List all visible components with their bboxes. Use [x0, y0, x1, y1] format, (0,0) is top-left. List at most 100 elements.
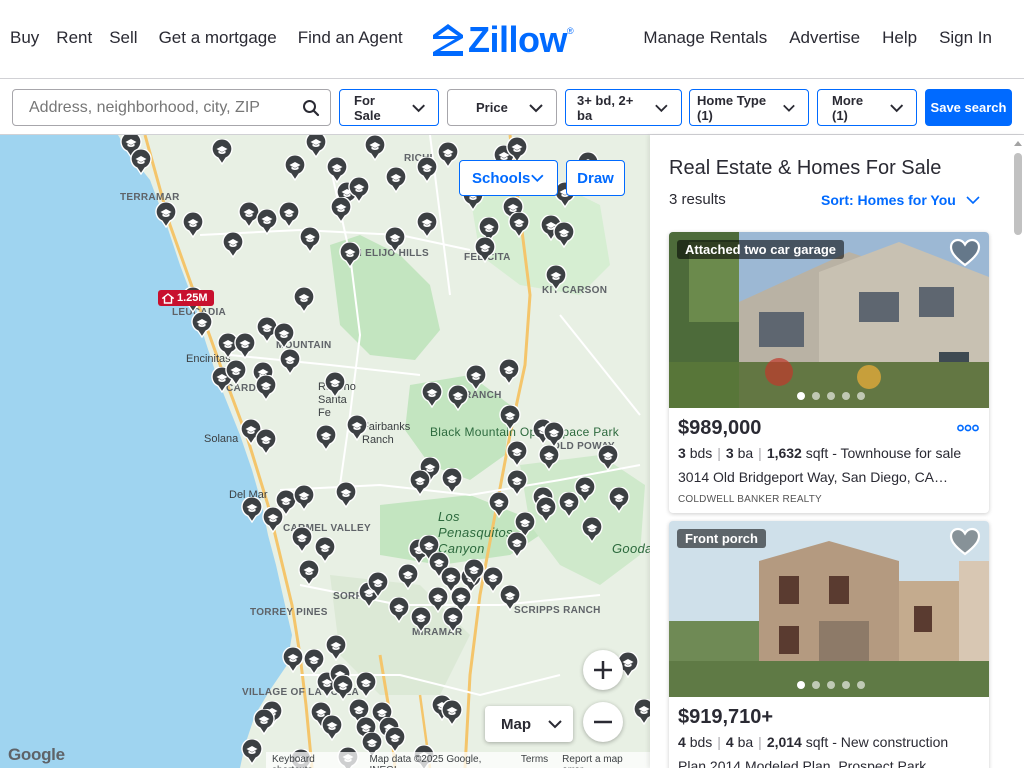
school-pin-icon[interactable]	[253, 708, 275, 736]
school-pin-icon[interactable]	[506, 469, 528, 497]
nav-rent[interactable]: Rent	[56, 28, 92, 48]
school-pin-icon[interactable]	[241, 738, 263, 766]
nav-sign-in[interactable]: Sign In	[939, 28, 992, 48]
school-pin-icon[interactable]	[506, 531, 528, 559]
school-pin-icon[interactable]	[275, 489, 297, 517]
school-pin-icon[interactable]	[385, 166, 407, 194]
zoom-out-button[interactable]	[583, 702, 623, 742]
school-pin-icon[interactable]	[543, 421, 565, 449]
zoom-in-button[interactable]	[583, 650, 623, 690]
school-pin-icon[interactable]	[416, 211, 438, 239]
school-pin-icon[interactable]	[538, 444, 560, 472]
school-pin-icon[interactable]	[574, 476, 596, 504]
school-pin-icon[interactable]	[284, 154, 306, 182]
school-pin-icon[interactable]	[447, 384, 469, 412]
school-pin-icon[interactable]	[282, 646, 304, 674]
school-pin-icon[interactable]	[335, 481, 357, 509]
school-pin-icon[interactable]	[474, 236, 496, 264]
nav-buy[interactable]: Buy	[10, 28, 39, 48]
school-pin-icon[interactable]	[325, 634, 347, 662]
school-pin-icon[interactable]	[441, 699, 463, 727]
school-pin-icon[interactable]	[191, 311, 213, 339]
school-pin-icon[interactable]	[234, 332, 256, 360]
school-pin-icon[interactable]	[367, 571, 389, 599]
draw-button[interactable]: Draw	[566, 160, 625, 196]
school-pin-icon[interactable]	[608, 486, 630, 514]
nav-help[interactable]: Help	[882, 28, 917, 48]
school-pin-icon[interactable]	[499, 404, 521, 432]
school-pin-icon[interactable]	[222, 231, 244, 259]
school-pin-icon[interactable]	[255, 374, 277, 402]
school-pin-icon[interactable]	[499, 584, 521, 612]
more-filter[interactable]: More (1)	[817, 89, 917, 126]
school-pin-icon[interactable]	[346, 414, 368, 442]
price-filter[interactable]: Price	[447, 89, 557, 126]
school-pin-icon[interactable]	[553, 221, 575, 249]
map[interactable]: TERRAMAR LEUCADIA Encinitas CARDIFF Sola…	[0, 135, 650, 768]
school-pin-icon[interactable]	[535, 496, 557, 524]
school-pin-icon[interactable]	[332, 674, 354, 702]
sort-dropdown[interactable]: Sort: Homes for You	[821, 192, 980, 208]
zillow-logo[interactable]: Zillow ®	[432, 22, 574, 58]
listing-card[interactable]: Attached two car garage $989,000 3 bds | 3…	[669, 232, 989, 513]
school-pin-icon[interactable]	[355, 671, 377, 699]
school-pin-icon[interactable]	[597, 444, 619, 472]
school-pin-icon[interactable]	[314, 536, 336, 564]
school-pin-icon[interactable]	[506, 136, 528, 164]
school-pin-icon[interactable]	[303, 648, 325, 676]
nav-find-an-agent[interactable]: Find an Agent	[298, 28, 403, 48]
heart-icon[interactable]	[949, 238, 981, 268]
listing-address[interactable]: Plan 2014 Modeled Plan, Prospect Park…	[678, 758, 940, 768]
listing-card[interactable]: Front porch $919,710+ 4 bds | 4 ba | 2,014 s…	[669, 521, 989, 768]
school-pin-icon[interactable]	[330, 196, 352, 224]
school-pin-icon[interactable]	[364, 135, 386, 162]
nav-sell[interactable]: Sell	[109, 28, 137, 48]
school-pin-icon[interactable]	[388, 596, 410, 624]
listing-photo[interactable]: Front porch	[669, 521, 989, 697]
nav-get-a-mortgage[interactable]: Get a mortgage	[159, 28, 277, 48]
school-pin-icon[interactable]	[211, 138, 233, 166]
school-pin-icon[interactable]	[321, 714, 343, 742]
school-pin-icon[interactable]	[273, 322, 295, 350]
school-pin-icon[interactable]	[463, 558, 485, 586]
beds-baths-filter[interactable]: 3+ bd, 2+ ba	[565, 89, 682, 126]
scrollbar-thumb[interactable]	[1014, 153, 1022, 235]
search-icon[interactable]	[302, 99, 320, 122]
school-pin-icon[interactable]	[409, 469, 431, 497]
school-pin-icon[interactable]	[437, 141, 459, 169]
save-search-button[interactable]: Save search	[925, 89, 1012, 126]
school-pin-icon[interactable]	[498, 358, 520, 386]
school-pin-icon[interactable]	[255, 428, 277, 456]
school-pin-icon[interactable]	[545, 264, 567, 292]
heart-icon[interactable]	[949, 527, 981, 557]
nav-advertise[interactable]: Advertise	[789, 28, 860, 48]
school-pin-icon[interactable]	[384, 226, 406, 254]
school-pin-icon[interactable]	[421, 381, 443, 409]
nav-manage-rentals[interactable]: Manage Rentals	[643, 28, 767, 48]
school-pin-icon[interactable]	[155, 201, 177, 229]
school-pin-icon[interactable]	[279, 348, 301, 376]
map-type-select[interactable]: Map	[485, 706, 573, 742]
school-pin-icon[interactable]	[305, 135, 327, 159]
school-pin-icon[interactable]	[324, 371, 346, 399]
school-pin-icon[interactable]	[238, 201, 260, 229]
listing-photo[interactable]: Attached two car garage	[669, 232, 989, 408]
keyboard-shortcuts-link[interactable]: Keyboard shortcuts	[272, 754, 355, 768]
terms-link[interactable]: Terms	[521, 754, 548, 766]
search-input[interactable]	[13, 98, 293, 117]
price-pin[interactable]: 1.25M	[158, 290, 214, 306]
school-pin-icon[interactable]	[293, 286, 315, 314]
school-pin-icon[interactable]	[298, 559, 320, 587]
school-pin-icon[interactable]	[293, 484, 315, 512]
school-pin-icon[interactable]	[182, 211, 204, 239]
school-pin-icon[interactable]	[397, 563, 419, 591]
school-pin-icon[interactable]	[315, 424, 337, 452]
school-pin-icon[interactable]	[427, 586, 449, 614]
listing-address[interactable]: 3014 Old Bridgeport Way, San Diego, CA…	[678, 469, 948, 485]
for-sale-filter[interactable]: For Sale	[339, 89, 439, 126]
school-pin-icon[interactable]	[339, 241, 361, 269]
scroll-up-arrow-icon[interactable]	[1014, 139, 1022, 147]
school-pin-icon[interactable]	[291, 526, 313, 554]
school-pin-icon[interactable]	[581, 516, 603, 544]
school-pin-icon[interactable]	[299, 226, 321, 254]
